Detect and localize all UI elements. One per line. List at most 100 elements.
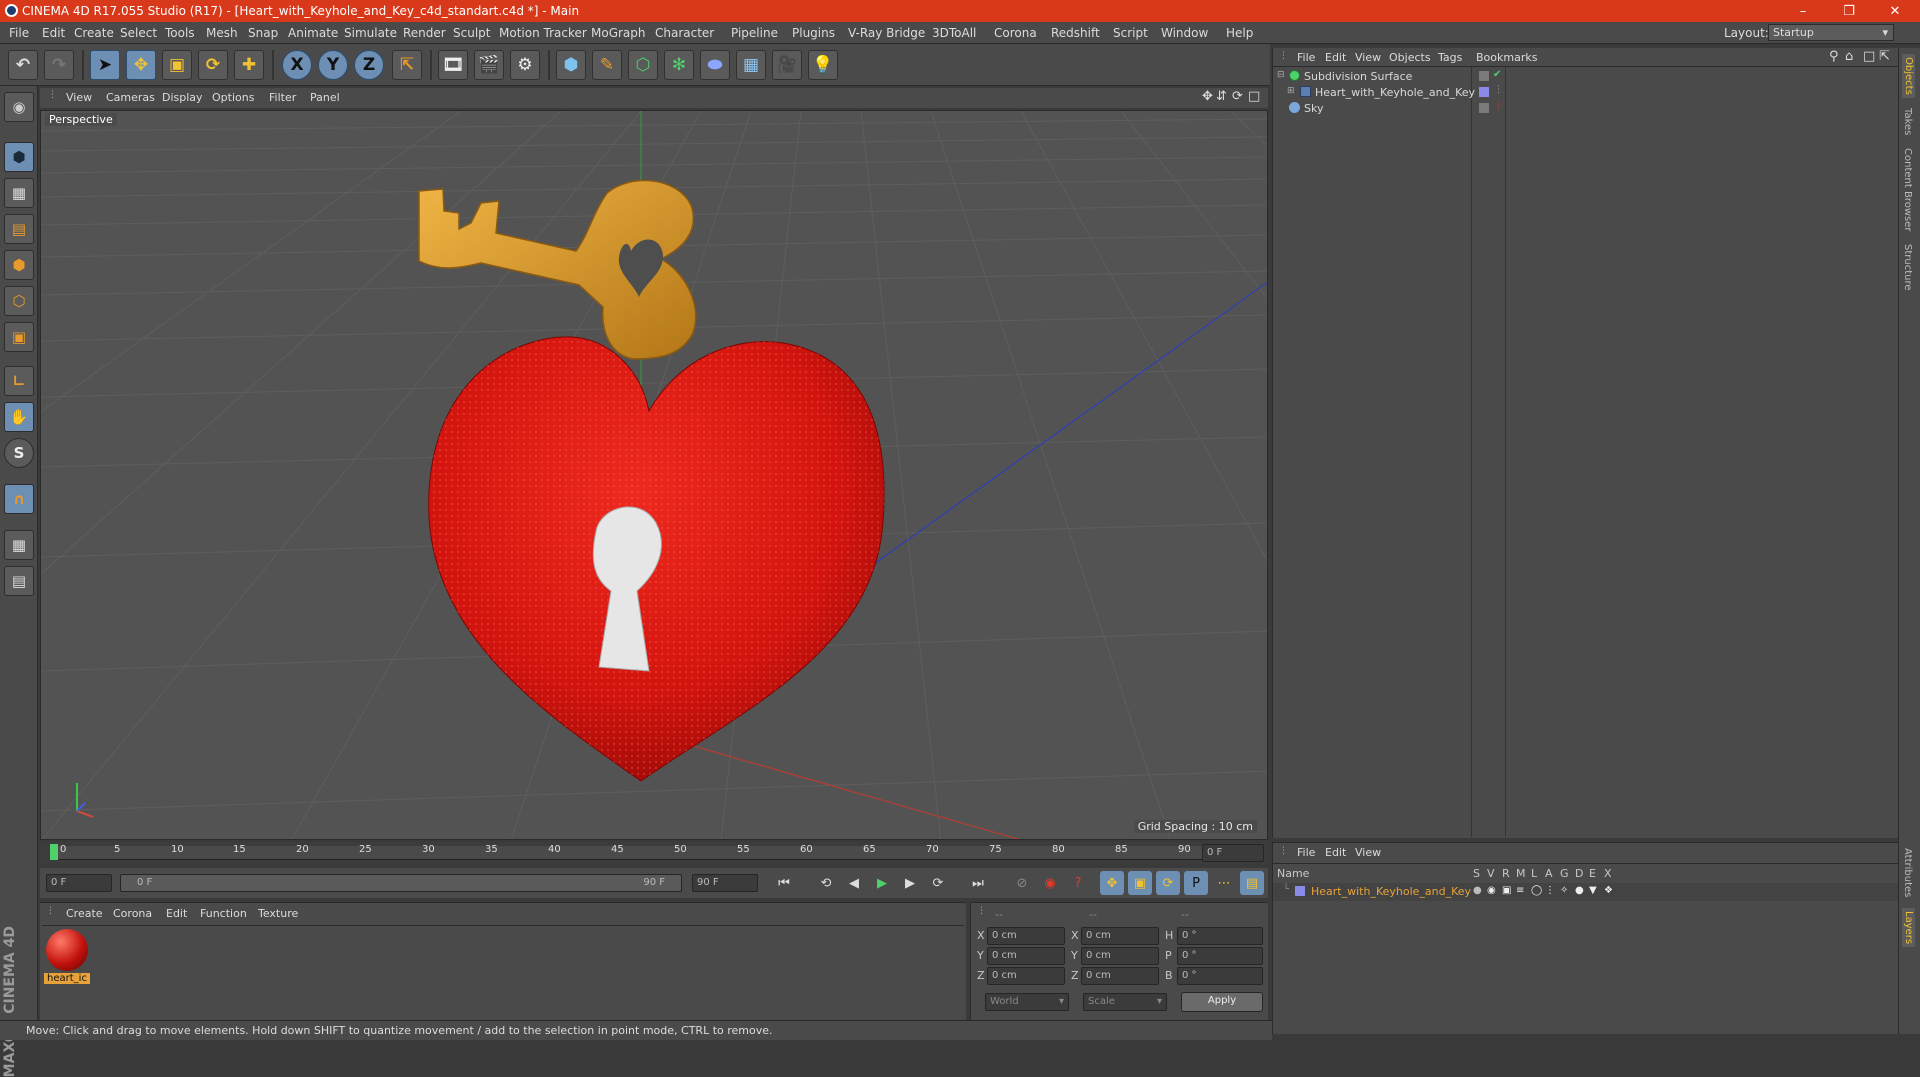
menu-3dtoall[interactable]: 3DToAll — [932, 26, 976, 40]
3d-viewport[interactable]: Perspective Grid Spacing : 10 cm — [40, 110, 1268, 840]
rotate-tool-button[interactable]: ⟳ — [198, 50, 228, 80]
xref-toggle-icon[interactable]: ❖ — [1604, 885, 1613, 896]
grid-rotate-button[interactable]: ▤ — [4, 566, 34, 596]
size-x-field[interactable]: 0 cm — [1081, 927, 1159, 945]
material-menu-corona[interactable]: Corona — [113, 907, 152, 920]
edges-mode-button[interactable]: ⬡ — [4, 286, 34, 316]
rotation-h-field[interactable]: 0 ° — [1177, 927, 1263, 945]
new-view-icon[interactable]: □ — [1863, 49, 1875, 64]
render-toggle-icon[interactable]: ▣ — [1502, 885, 1511, 896]
objects-menu-objects[interactable]: Objects — [1389, 51, 1431, 64]
collapse-icon[interactable]: ⊟ — [1277, 70, 1285, 80]
floor-button[interactable]: ▦ — [736, 50, 766, 80]
menu-window[interactable]: Window — [1161, 26, 1208, 40]
size-y-field[interactable]: 0 cm — [1081, 947, 1159, 965]
cloner-button[interactable]: ✻ — [664, 50, 694, 80]
tab-content-browser[interactable]: Content Browser — [1902, 148, 1913, 231]
make-editable-button[interactable]: ◉ — [4, 92, 34, 122]
subdivision-surface-button[interactable]: ⬡ — [628, 50, 658, 80]
deformers-toggle-icon[interactable]: ● — [1575, 885, 1584, 896]
move-tool-button[interactable]: ✥ — [126, 50, 156, 80]
generators-toggle-icon[interactable]: ✧ — [1560, 885, 1568, 896]
tab-attributes[interactable]: Attributes — [1902, 848, 1913, 897]
menu-animate[interactable]: Animate — [288, 26, 338, 40]
animation-toggle-icon[interactable]: ⋮ — [1545, 885, 1555, 896]
frame-range-slider[interactable]: 0 F 90 F — [120, 874, 682, 892]
tab-layers[interactable]: Layers — [1902, 908, 1915, 948]
menu-plugins[interactable]: Plugins — [792, 26, 835, 40]
tab-objects[interactable]: Objects — [1902, 54, 1915, 98]
timeline-ruler[interactable]: 0 5 10 15 20 25 30 35 40 45 50 55 60 65 … — [40, 842, 1268, 864]
menu-simulate[interactable]: Simulate — [344, 26, 397, 40]
transform-tool-button[interactable]: ✚ — [234, 50, 264, 80]
points-mode-button[interactable]: ⬢ — [4, 250, 34, 280]
x-axis-lock-button[interactable]: X — [282, 50, 312, 80]
position-x-field[interactable]: 0 cm — [987, 927, 1065, 945]
restore-icon[interactable]: ❐ — [1826, 0, 1872, 22]
playhead[interactable] — [50, 844, 58, 860]
next-key-button[interactable]: ⟳ — [926, 871, 950, 895]
objects-menu-edit[interactable]: Edit — [1325, 51, 1346, 64]
menu-vray-bridge[interactable]: V-Ray Bridge — [848, 26, 925, 40]
lock-toggle-icon[interactable]: ◯ — [1531, 885, 1542, 896]
z-axis-lock-button[interactable]: Z — [354, 50, 384, 80]
search-icon[interactable]: ⚲ — [1829, 49, 1839, 64]
visible-toggle-icon[interactable]: ◉ — [1487, 885, 1496, 896]
objects-menu-bookmarks[interactable]: Bookmarks — [1476, 51, 1537, 64]
objects-menu-tags[interactable]: Tags — [1438, 51, 1462, 64]
record-parameter-button[interactable]: P — [1184, 871, 1208, 895]
go-to-end-button[interactable]: ⏭ — [966, 871, 990, 895]
apply-button[interactable]: Apply — [1181, 992, 1263, 1012]
menu-file[interactable]: File — [9, 26, 29, 40]
material-menu-create[interactable]: Create — [66, 907, 103, 920]
expand-panel-icon[interactable]: ⇱ — [1879, 49, 1890, 64]
object-row[interactable]: Sky ⋮ — [1273, 100, 1899, 118]
layer-color-swatch[interactable] — [1295, 886, 1305, 896]
coordinate-space-dropdown[interactable]: World ▾ — [985, 993, 1069, 1011]
viewport-maximize-icon[interactable]: □ — [1248, 89, 1260, 104]
autokeying-button[interactable]: ◉ — [1038, 871, 1062, 895]
tab-takes[interactable]: Takes — [1902, 108, 1913, 135]
layers-menu-file[interactable]: File — [1297, 846, 1315, 859]
menu-edit[interactable]: Edit — [42, 26, 65, 40]
current-frame-field[interactable]: 0 F — [1202, 844, 1264, 862]
redo-button[interactable]: ↷ — [44, 50, 74, 80]
menu-script[interactable]: Script — [1113, 26, 1148, 40]
start-frame-field[interactable]: 0 F — [46, 874, 112, 892]
render-to-picture-viewer-button[interactable]: 🎬 — [474, 50, 504, 80]
layout-dropdown[interactable]: Startup ▾ — [1768, 24, 1894, 41]
menu-help[interactable]: Help — [1226, 26, 1253, 40]
next-frame-button[interactable]: ▶ — [898, 871, 922, 895]
menu-tools[interactable]: Tools — [165, 26, 195, 40]
keyframe-selection-button[interactable]: ? — [1066, 871, 1090, 895]
objects-menu-view[interactable]: View — [1355, 51, 1381, 64]
previous-key-button[interactable]: ⟲ — [814, 871, 838, 895]
rotation-p-field[interactable]: 0 ° — [1177, 947, 1263, 965]
material-menu-texture[interactable]: Texture — [258, 907, 298, 920]
manager-toggle-icon[interactable]: ≡ — [1516, 885, 1524, 896]
viewport-menu-cameras[interactable]: Cameras — [106, 91, 155, 104]
light-button[interactable]: 💡 — [808, 50, 838, 80]
menu-redshift[interactable]: Redshift — [1051, 26, 1100, 40]
size-mode-dropdown[interactable]: Scale ▾ — [1083, 993, 1167, 1011]
workplane-mode-button[interactable]: ▤ — [4, 214, 34, 244]
polygons-mode-button[interactable]: ▣ — [4, 322, 34, 352]
menu-sculpt[interactable]: Sculpt — [453, 26, 490, 40]
menu-snap[interactable]: Snap — [248, 26, 278, 40]
end-frame-field[interactable]: 90 F — [692, 874, 758, 892]
pen-spline-button[interactable]: ✎ — [592, 50, 622, 80]
menu-select[interactable]: Select — [120, 26, 157, 40]
viewport-menu-filter[interactable]: Filter — [269, 91, 296, 104]
coordinate-system-button[interactable]: ⇱ — [392, 50, 422, 80]
axis-mode-button[interactable]: ∟ — [4, 366, 34, 396]
menu-mesh[interactable]: Mesh — [206, 26, 238, 40]
go-to-start-button[interactable]: ⏮ — [772, 871, 796, 895]
menu-create[interactable]: Create — [74, 26, 114, 40]
menu-corona[interactable]: Corona — [994, 26, 1037, 40]
cube-primitive-button[interactable]: ⬢ — [556, 50, 586, 80]
record-keys-button[interactable]: ⊘ — [1010, 871, 1034, 895]
rotation-b-field[interactable]: 0 ° — [1177, 967, 1263, 985]
render-settings-button[interactable]: ⚙ — [510, 50, 540, 80]
record-pla-button[interactable]: ⋯ — [1212, 871, 1236, 895]
material-swatch[interactable]: heart_ic — [44, 929, 90, 987]
